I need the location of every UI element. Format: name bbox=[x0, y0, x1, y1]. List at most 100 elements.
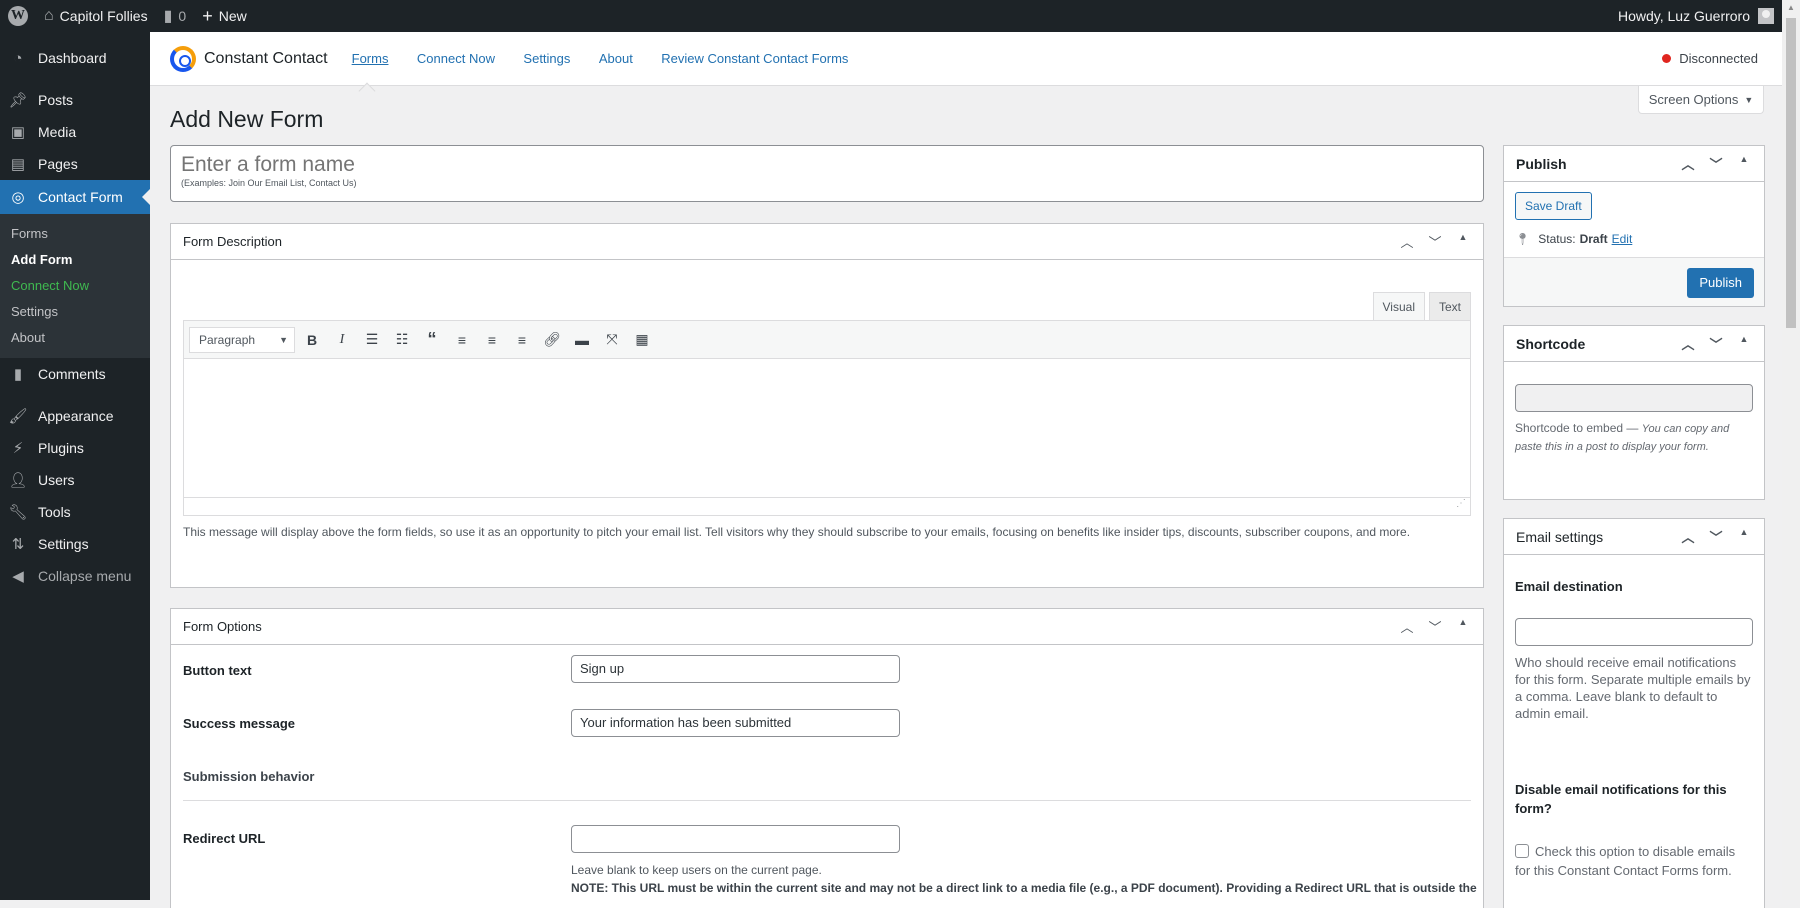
wrench-icon: 🔧︎ bbox=[8, 504, 28, 521]
submenu-forms[interactable]: Forms bbox=[0, 221, 150, 247]
toggle-panel-icon[interactable]: ▲ bbox=[1455, 617, 1471, 636]
sidebar-item-posts[interactable]: 📌︎ Posts bbox=[0, 84, 150, 116]
greeting: Howdy, Luz Guerroro bbox=[1617, 8, 1750, 24]
new-label: New bbox=[218, 8, 247, 24]
move-up-icon[interactable]: ︿ bbox=[1680, 527, 1696, 546]
form-description-box: Form Description ︿ ﹀ ▲ Visual Text Paragra… bbox=[170, 223, 1484, 588]
align-center-icon[interactable]: ≡ bbox=[479, 327, 505, 353]
collapse-menu-button[interactable]: ◀ Collapse menu bbox=[0, 560, 150, 592]
move-down-icon[interactable]: ﹀ bbox=[1708, 154, 1724, 173]
new-content-menu[interactable]: + New bbox=[194, 0, 255, 32]
sidebar-item-media[interactable]: ▣ Media bbox=[0, 116, 150, 148]
sidebar-item-settings[interactable]: ⇅ Settings bbox=[0, 528, 150, 560]
my-account-menu[interactable]: Howdy, Luz Guerroro bbox=[1610, 0, 1782, 32]
move-up-icon[interactable]: ︿ bbox=[1680, 334, 1696, 353]
format-select[interactable]: Paragraph ▼ bbox=[189, 326, 295, 353]
page-scrollbar[interactable]: ▲ bbox=[1782, 0, 1800, 900]
success-message-input[interactable]: Your information has been submitted bbox=[571, 709, 900, 737]
shortcode-help-prefix: Shortcode to embed — bbox=[1515, 421, 1642, 435]
button-text-input[interactable]: Sign up bbox=[571, 655, 900, 683]
format-select-value: Paragraph bbox=[199, 332, 256, 347]
move-down-icon[interactable]: ﹀ bbox=[1427, 232, 1443, 251]
comment-icon: ▮ bbox=[13, 366, 23, 383]
publish-button[interactable]: Publish bbox=[1687, 268, 1754, 298]
link-icon[interactable]: 🔗︎ bbox=[539, 327, 565, 353]
read-more-icon[interactable]: ▬ bbox=[569, 327, 595, 353]
comments-link[interactable]: ▮ 0 bbox=[156, 0, 195, 32]
nav-review[interactable]: Review Constant Contact Forms bbox=[661, 51, 848, 66]
sidebar-item-comments[interactable]: ▮ Comments bbox=[0, 358, 150, 390]
toggle-panel-icon[interactable]: ▲ bbox=[1736, 154, 1752, 173]
comments-count: 0 bbox=[178, 8, 187, 24]
shortcode-input[interactable] bbox=[1515, 384, 1753, 412]
toolbar-toggle-icon[interactable]: ▦ bbox=[629, 327, 655, 353]
admin-bar: W ⌂ Capitol Follies ▮ 0 + New Howdy, Luz Gu… bbox=[0, 0, 1782, 32]
scroll-up-icon[interactable]: ▲ bbox=[1782, 0, 1800, 16]
toggle-panel-icon[interactable]: ▲ bbox=[1736, 334, 1752, 353]
postbox-title: Form Description bbox=[183, 234, 282, 249]
bullet-list-icon[interactable]: ☰ bbox=[359, 327, 385, 353]
plug-icon: ⚡︎ bbox=[12, 440, 24, 457]
email-destination-input[interactable] bbox=[1515, 618, 1753, 646]
plugin-header: Constant Contact Forms Connect Now Setti… bbox=[150, 32, 1782, 86]
wordpress-logo-icon: W bbox=[8, 6, 28, 26]
blockquote-icon[interactable]: “ bbox=[419, 327, 445, 353]
caret-down-icon: ▼ bbox=[1744, 94, 1754, 105]
nav-forms[interactable]: Forms bbox=[352, 51, 389, 66]
shortcode-box: Shortcode ︿ ﹀ ▲ Shortcode to embed — You c… bbox=[1503, 325, 1765, 500]
nav-settings[interactable]: Settings bbox=[523, 51, 570, 66]
sidebar-label: Media bbox=[38, 124, 77, 140]
toggle-panel-icon[interactable]: ▲ bbox=[1455, 232, 1471, 251]
bold-icon[interactable]: B bbox=[299, 327, 325, 353]
editor-toolbar: Paragraph ▼ B I ☰ ☷ “ ≡ ≡ ≡ 🔗︎ ▬ ⤧ ▦ bbox=[184, 321, 1470, 359]
toggle-panel-icon[interactable]: ▲ bbox=[1736, 527, 1752, 546]
email-destination-help: Who should receive email notifications f… bbox=[1515, 655, 1751, 721]
editor-resize-handle[interactable] bbox=[184, 497, 1470, 515]
shortcode-help: Shortcode to embed — You can copy and pa… bbox=[1515, 420, 1753, 456]
move-up-icon[interactable]: ︿ bbox=[1680, 154, 1696, 173]
move-down-icon[interactable]: ﹀ bbox=[1708, 527, 1724, 546]
fullscreen-icon[interactable]: ⤧ bbox=[599, 327, 625, 353]
form-name-input[interactable]: Enter a form name (Examples: Join Our Em… bbox=[170, 145, 1484, 202]
wordpress-menu[interactable]: W bbox=[0, 0, 36, 32]
nav-about[interactable]: About bbox=[599, 51, 633, 66]
submenu-settings[interactable]: Settings bbox=[0, 299, 150, 325]
move-up-icon[interactable]: ︿ bbox=[1399, 617, 1415, 636]
move-up-icon[interactable]: ︿ bbox=[1399, 232, 1415, 251]
sidebar-label: Dashboard bbox=[38, 50, 107, 66]
redirect-url-input[interactable] bbox=[571, 825, 900, 853]
scrollbar-thumb[interactable] bbox=[1786, 18, 1796, 328]
numbered-list-icon[interactable]: ☷ bbox=[389, 327, 415, 353]
align-left-icon[interactable]: ≡ bbox=[449, 327, 475, 353]
avatar-icon bbox=[1758, 8, 1774, 24]
submenu-connect-now[interactable]: Connect Now bbox=[0, 273, 150, 299]
move-down-icon[interactable]: ﹀ bbox=[1708, 334, 1724, 353]
italic-icon[interactable]: I bbox=[329, 327, 355, 353]
pages-icon: ▤ bbox=[10, 156, 26, 173]
sidebar-label: Settings bbox=[38, 536, 89, 552]
tab-visual[interactable]: Visual bbox=[1372, 292, 1425, 320]
sidebar-item-users[interactable]: 👤︎ Users bbox=[0, 464, 150, 496]
sidebar-item-contact-form[interactable]: ◎ Contact Form bbox=[0, 180, 150, 214]
submenu-about[interactable]: About bbox=[0, 325, 150, 351]
sidebar-item-appearance[interactable]: 🖌︎ Appearance bbox=[0, 400, 150, 432]
user-icon: 👤︎ bbox=[8, 472, 28, 489]
pin-icon: 📍︎ bbox=[1515, 232, 1531, 246]
nav-connect-now[interactable]: Connect Now bbox=[417, 51, 495, 66]
sidebar-item-plugins[interactable]: ⚡︎ Plugins bbox=[0, 432, 150, 464]
align-right-icon[interactable]: ≡ bbox=[509, 327, 535, 353]
sidebar-item-dashboard[interactable]: ◔ Dashboard bbox=[0, 42, 150, 74]
constant-contact-logo-icon bbox=[170, 45, 196, 72]
brand-name: Constant Contact bbox=[204, 49, 328, 67]
save-draft-button[interactable]: Save Draft bbox=[1515, 192, 1592, 220]
move-down-icon[interactable]: ﹀ bbox=[1427, 617, 1443, 636]
submenu-add-form[interactable]: Add Form bbox=[0, 247, 150, 273]
edit-status-link[interactable]: Edit bbox=[1612, 232, 1633, 246]
sidebar-item-tools[interactable]: 🔧︎ Tools bbox=[0, 496, 150, 528]
tab-text[interactable]: Text bbox=[1428, 292, 1471, 320]
screen-options-button[interactable]: Screen Options ▼ bbox=[1638, 86, 1764, 114]
sidebar-item-pages[interactable]: ▤ Pages bbox=[0, 148, 150, 180]
editor-content-area[interactable] bbox=[184, 359, 1470, 497]
site-name-link[interactable]: ⌂ Capitol Follies bbox=[36, 0, 156, 32]
disable-notifications-checkbox[interactable] bbox=[1515, 844, 1529, 858]
